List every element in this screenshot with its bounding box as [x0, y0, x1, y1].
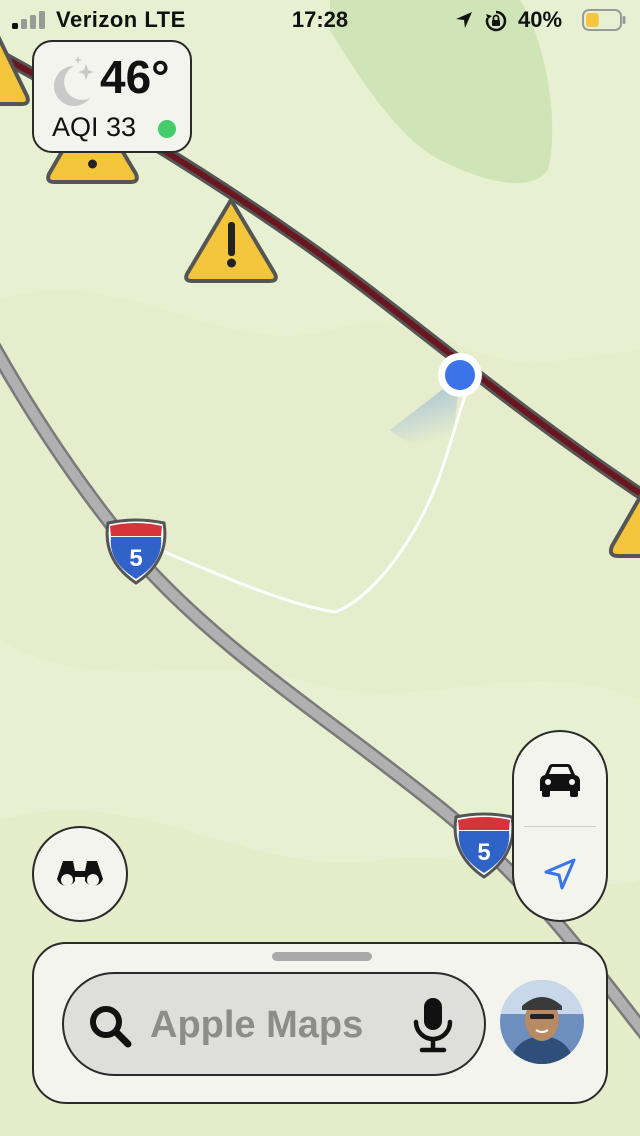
battery-icon [582, 9, 626, 31]
search-field[interactable]: Apple Maps [62, 972, 486, 1076]
search-placeholder: Apple Maps [150, 1004, 364, 1046]
microphone-icon[interactable] [410, 996, 456, 1054]
locate-me-button[interactable] [514, 828, 606, 920]
svg-text:5: 5 [129, 545, 142, 572]
orientation-lock-icon [485, 10, 507, 32]
battery-percent: 40% [518, 7, 563, 32]
user-location-dot[interactable] [438, 353, 482, 397]
binoculars-icon [57, 861, 103, 886]
avatar-photo [500, 980, 584, 1064]
svg-text:5: 5 [477, 839, 490, 866]
map-controls [512, 730, 608, 922]
location-arrow-icon [544, 858, 576, 890]
aqi-status-dot [158, 120, 176, 138]
temperature: 46° [100, 51, 170, 103]
profile-avatar[interactable] [500, 980, 584, 1064]
status-bar: Verizon LTE 17:28 40% [0, 0, 640, 40]
look-around-button[interactable] [32, 826, 128, 922]
magnifier-icon [90, 1006, 132, 1048]
car-icon [540, 764, 580, 797]
sheet-grabber[interactable] [272, 952, 372, 961]
weather-widget[interactable]: 46° AQI 33 [32, 40, 192, 153]
search-sheet[interactable]: Apple Maps [32, 942, 608, 1104]
aqi-label: AQI 33 [52, 112, 137, 142]
moon-stars-icon [54, 56, 94, 106]
location-services-icon [456, 12, 472, 28]
transport-mode-button[interactable] [514, 734, 606, 826]
